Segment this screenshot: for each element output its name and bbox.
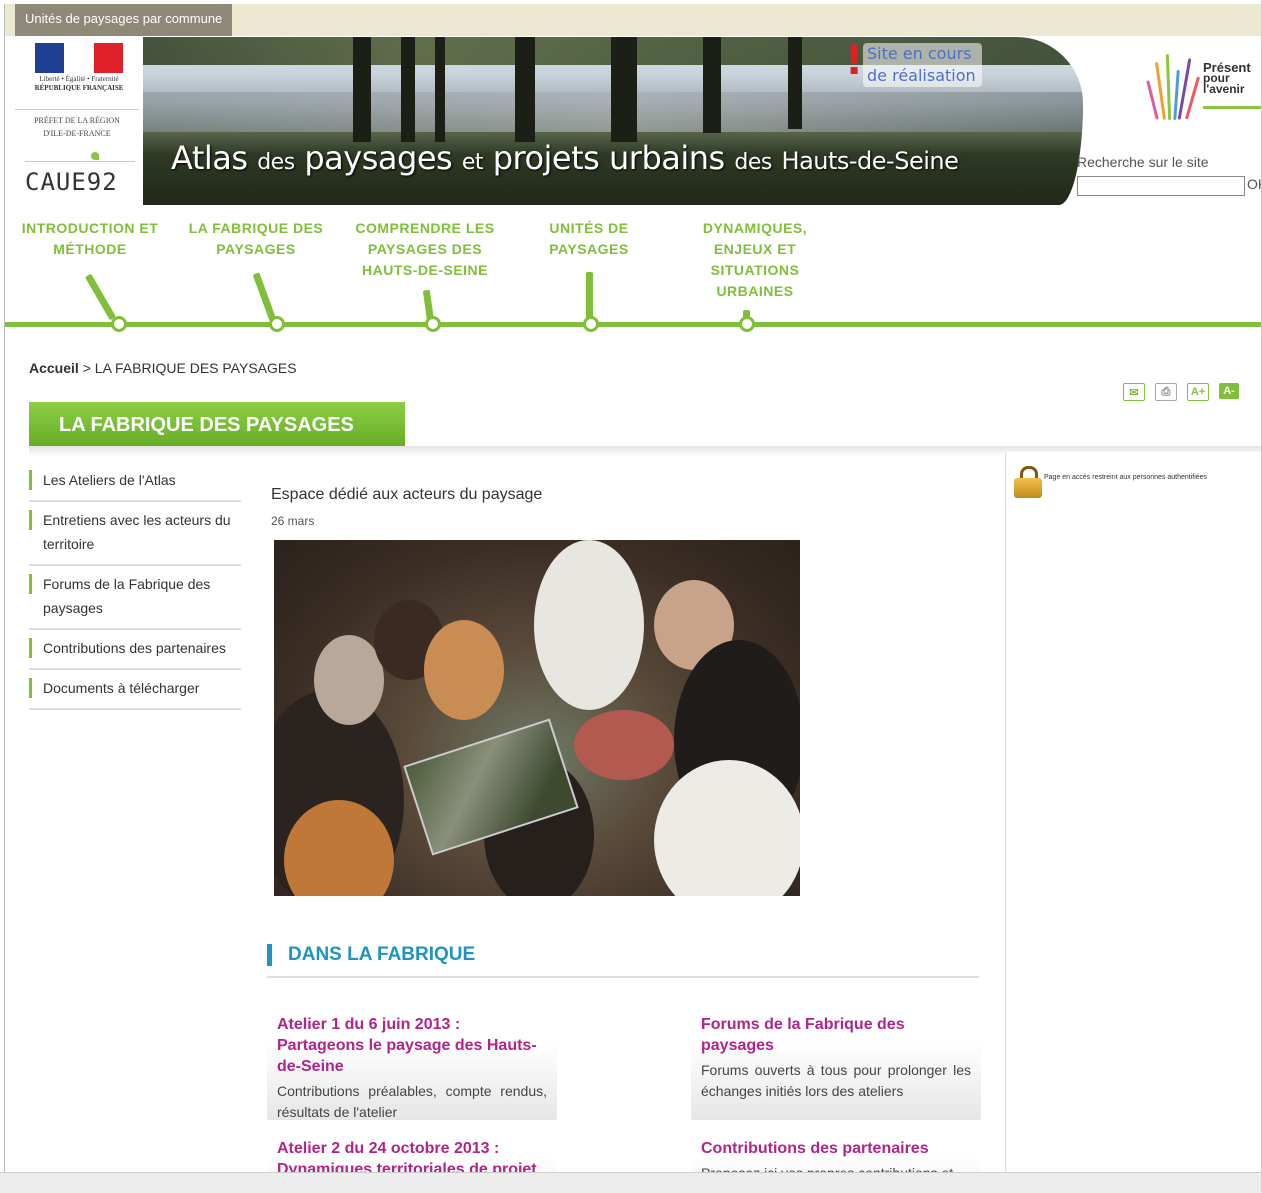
nav-item-introduction[interactable]: INTRODUCTION ET MÉTHODE [15, 218, 165, 260]
header-banner[interactable]: Atlas des paysages et projets urbains de… [143, 37, 1083, 205]
breadcrumb-separator: > [82, 360, 91, 376]
card-description: Proposez ici vos propres contributions e… [701, 1163, 971, 1172]
banner-tree-trunk [788, 37, 802, 129]
right-sidebar: Page en accès restreint aux personnes au… [1005, 452, 1262, 1172]
submenu-marker [29, 678, 32, 698]
nav-knob-icon [269, 316, 285, 332]
card-atelier-2[interactable]: Atelier 2 du 24 octobre 2013 : Dynamique… [267, 1132, 557, 1172]
search-ok-button[interactable]: OK [1247, 176, 1262, 192]
french-flag-icon [35, 43, 123, 73]
card-title[interactable]: Forums de la Fabrique des paysages [701, 1014, 971, 1056]
submenu-marker [29, 638, 32, 658]
submenu-item-label: Entretiens avec les acteurs du territoir… [43, 512, 231, 552]
notice-line-1: Site en cours [867, 44, 972, 63]
republique-name: République Française [34, 84, 124, 92]
submenu-item-contributions[interactable]: Contributions des partenaires [29, 630, 241, 670]
card-atelier-1[interactable]: Atelier 1 du 6 juin 2013 : Partageons le… [267, 1008, 557, 1120]
partner-underline [1203, 106, 1262, 109]
breadcrumb: Accueil > LA FABRIQUE DES PAYSAGES [29, 360, 297, 376]
nav-knob-icon [583, 316, 599, 332]
site-in-progress-notice: ! Site en cours de réalisation [845, 41, 982, 87]
card-description: Contributions préalables, compte rendus,… [277, 1083, 547, 1120]
submenu-marker [29, 574, 32, 594]
nav-item-unites[interactable]: UNITÉS DE PAYSAGES [533, 218, 645, 260]
card-title[interactable]: Contributions des partenaires [701, 1138, 971, 1159]
article-title: Espace dédié aux acteurs du paysage [271, 486, 543, 503]
breadcrumb-home-link[interactable]: Accueil [29, 360, 79, 376]
nav-knob-icon [739, 316, 755, 332]
nav-knob-icon [111, 316, 127, 332]
banner-tree-trunk [401, 37, 415, 142]
prefet-line-1: PRÉFET DE LA RÉGION [34, 116, 120, 125]
card-description: Forums ouverts à tous pour prolonger les… [701, 1062, 971, 1099]
lock-icon [1014, 466, 1042, 498]
submenu-item-label: Forums de la Fabrique des paysages [43, 576, 211, 616]
search-input[interactable] [1077, 176, 1245, 196]
dans-la-fabrique-heading: DANS LA FABRIQUE [267, 944, 475, 966]
caue-logo-mark-icon [91, 152, 99, 160]
site-title: Atlas des paysages et projets urbains de… [171, 139, 959, 177]
republique-logo-block: Liberté • Égalité • Fraternité Républiqu… [11, 37, 143, 205]
submenu-item-label: Contributions des partenaires [43, 640, 226, 656]
nav-knob-icon [425, 316, 441, 332]
submenu-item-documents[interactable]: Documents à télécharger [29, 670, 241, 710]
banner-tree-trunk [703, 37, 721, 133]
card-title[interactable]: Atelier 1 du 6 juin 2013 : Partageons le… [277, 1014, 547, 1077]
banner-tree-trunk [353, 37, 371, 142]
submenu-marker [29, 510, 32, 530]
font-decrease-icon[interactable]: A- [1219, 383, 1239, 399]
nav-item-fabrique[interactable]: LA FABRIQUE DES PAYSAGES [183, 218, 329, 260]
banner-tree-trunk [435, 37, 445, 142]
restricted-access-text: Page en accès restreint aux personnes au… [1044, 474, 1208, 481]
card-title[interactable]: Atelier 2 du 24 octobre 2013 : Dynamique… [277, 1138, 547, 1172]
nav-item-dynamiques[interactable]: DYNAMIQUES, ENJEUX ET SITUATIONS URBAINE… [691, 218, 819, 302]
print-icon[interactable]: ⎙ [1155, 383, 1177, 401]
present-pour-avenir-logo[interactable]: Présent pour l'avenir [1145, 42, 1262, 122]
banner-tree-trunk [611, 37, 637, 142]
font-increase-icon[interactable]: A+ [1187, 383, 1209, 401]
card-forums[interactable]: Forums de la Fabrique des paysages Forum… [691, 1008, 981, 1120]
submenu-item-ateliers[interactable]: Les Ateliers de l'Atlas [29, 462, 241, 502]
submenu-item-label: Les Ateliers de l'Atlas [43, 472, 176, 488]
email-icon[interactable]: ✉ [1123, 383, 1145, 401]
nav-baseline [5, 322, 1262, 327]
submenu-item-label: Documents à télécharger [43, 680, 200, 696]
workshop-photo [274, 540, 800, 896]
nav-item-comprendre[interactable]: COMPRENDRE LES PAYSAGES DES HAUTS-DE-SEI… [345, 218, 505, 281]
breadcrumb-current: LA FABRIQUE DES PAYSAGES [94, 360, 297, 376]
nav-connector [252, 272, 277, 322]
section-title: LA FABRIQUE DES PAYSAGES [29, 402, 405, 448]
nav-connector [84, 273, 117, 321]
republique-motto: Liberté • Égalité • Fraternité [39, 75, 119, 83]
present-pour-avenir-text: Présent pour l'avenir [1203, 60, 1251, 96]
submenu-marker [29, 470, 32, 490]
prefet-text: PRÉFET DE LA RÉGION D'ILE-DE-FRANCE [15, 109, 139, 140]
browser-status-bar [0, 1172, 1262, 1193]
notice-line-2: de réalisation [867, 66, 976, 85]
left-submenu: Les Ateliers de l'Atlas Entretiens avec … [29, 462, 241, 710]
republique-text: Liberté • Égalité • Fraternité Républiqu… [29, 75, 129, 93]
colored-bars-icon [1145, 50, 1201, 121]
dans-divider [267, 976, 979, 978]
submenu-item-forums[interactable]: Forums de la Fabrique des paysages [29, 566, 241, 630]
browser-viewport: Unités de paysages par commune Liberté •… [4, 4, 1262, 1172]
nav-connector [586, 272, 593, 322]
banner-tree-trunk [515, 37, 535, 142]
prefet-line-2: D'ILE-DE-FRANCE [43, 129, 111, 138]
submenu-item-entretiens[interactable]: Entretiens avec les acteurs du territoir… [29, 502, 241, 566]
card-contributions[interactable]: Contributions des partenaires Proposez i… [691, 1132, 981, 1172]
browser-tab-bar: Unités de paysages par commune [5, 4, 1262, 36]
search-label: Recherche sur le site [1077, 154, 1209, 170]
browser-tab[interactable]: Unités de paysages par commune [15, 4, 233, 36]
caue-logo[interactable]: CAUE92 [25, 161, 135, 196]
exclamation-icon: ! [845, 38, 864, 84]
article-date: 26 mars [271, 514, 315, 528]
page-tools: ✉ ⎙ A+ A- [1123, 383, 1239, 401]
